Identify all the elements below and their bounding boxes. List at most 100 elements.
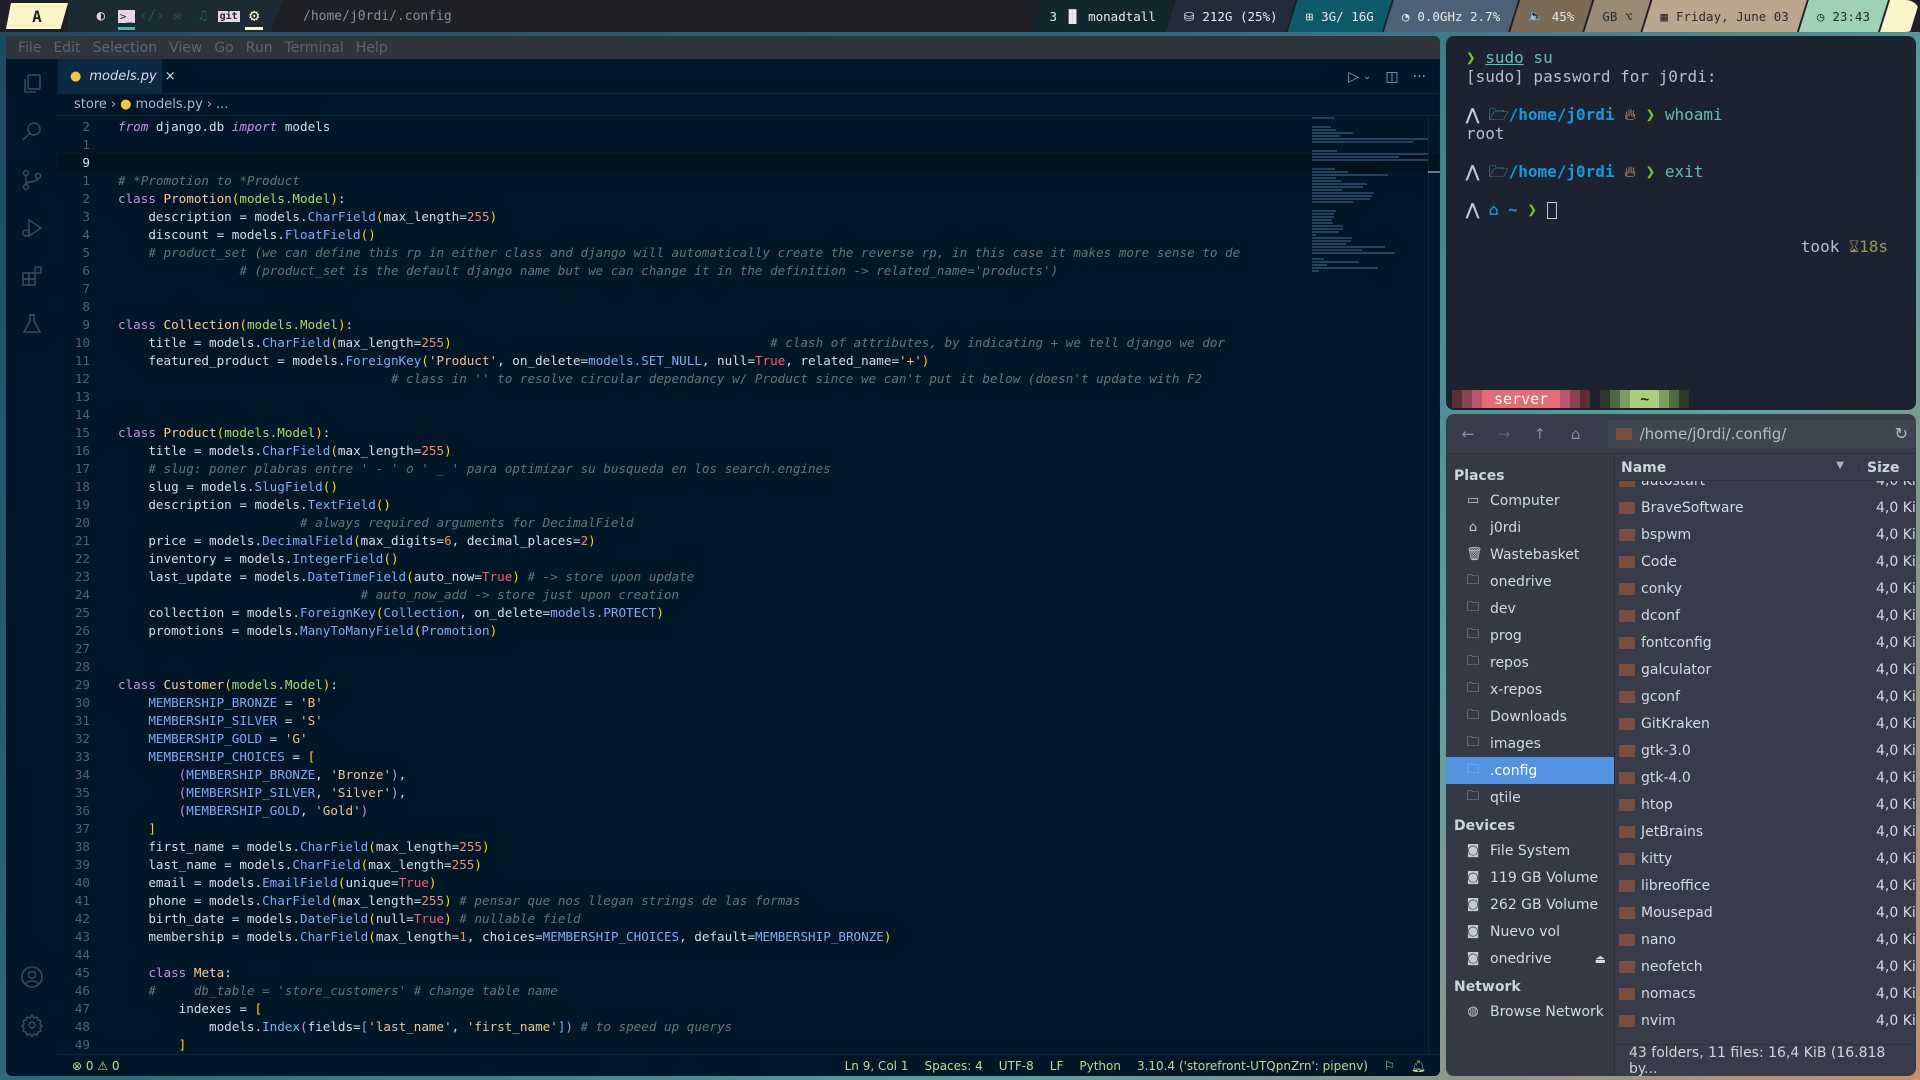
- file-row[interactable]: autostart4,0 KiB: [1615, 481, 1916, 494]
- device-item[interactable]: ◙ 262 GB Volume: [1446, 891, 1614, 918]
- home-icon[interactable]: ⌂: [1568, 425, 1584, 443]
- source-control-icon[interactable]: [19, 167, 45, 193]
- cursor-position[interactable]: Ln 9, Col 1: [845, 1059, 909, 1073]
- testing-flask-icon[interactable]: [19, 311, 45, 337]
- run-debug-icon[interactable]: [19, 215, 45, 241]
- place-item[interactable]: 🗀 x-repos: [1446, 676, 1614, 703]
- file-row[interactable]: libreoffice 4,0 KiB: [1615, 872, 1916, 899]
- code-line[interactable]: 10 title = models.CharField(max_length=2…: [58, 334, 1440, 352]
- menu-selection[interactable]: Selection: [87, 40, 164, 56]
- location-bar[interactable]: /home/j0rdi/.config/ ↻: [1607, 419, 1916, 448]
- column-size[interactable]: Size: [1858, 459, 1916, 476]
- file-row[interactable]: htop 4,0 KiB: [1615, 791, 1916, 818]
- volume-widget[interactable]: 🔈 45%: [1510, 0, 1592, 32]
- place-item[interactable]: 🗑︎ Wastebasket: [1446, 541, 1614, 568]
- code-line[interactable]: 30 MEMBERSHIP_BRONZE = 'B': [58, 694, 1440, 712]
- encoding[interactable]: UTF-8: [999, 1059, 1034, 1073]
- refresh-icon[interactable]: ↻: [1895, 424, 1908, 443]
- code-line[interactable]: 19 description = models.TextField(): [58, 496, 1440, 514]
- code-line[interactable]: 13: [58, 388, 1440, 406]
- file-row[interactable]: nano 4,0 KiB: [1615, 926, 1916, 953]
- code-line[interactable]: 16 title = models.CharField(max_length=2…: [58, 442, 1440, 460]
- code-line[interactable]: 22 inventory = models.IntegerField(): [58, 550, 1440, 568]
- place-item[interactable]: 🗀 dev: [1446, 595, 1614, 622]
- editor-scrollbar[interactable]: [1428, 116, 1440, 1054]
- code-line[interactable]: 5 # product_set (we can define this rp i…: [58, 244, 1440, 262]
- file-row[interactable]: nomacs 4,0 KiB: [1615, 980, 1916, 1007]
- column-name[interactable]: Name ▼: [1615, 460, 1858, 476]
- tmux-session[interactable]: server: [1482, 390, 1561, 408]
- code-line[interactable]: 47 indexes = [: [58, 1000, 1440, 1018]
- tmux-window[interactable]: ~: [1630, 390, 1660, 408]
- code-line[interactable]: 17 # slug: poner plabras entre ' - ' o '…: [58, 460, 1440, 478]
- code-line[interactable]: 35 (MEMBERSHIP_SILVER, 'Silver'),: [58, 784, 1440, 802]
- code-line[interactable]: 14: [58, 406, 1440, 424]
- forward-arrow-icon[interactable]: →: [1496, 425, 1512, 443]
- device-item[interactable]: ◙ 119 GB Volume: [1446, 864, 1614, 891]
- code-line[interactable]: 23 last_update = models.DateTimeField(au…: [58, 568, 1440, 586]
- group-terminal[interactable]: >_: [114, 0, 140, 32]
- file-row[interactable]: JetBrains 4,0 KiB: [1615, 818, 1916, 845]
- code-line[interactable]: 12 # class in '' to resolve circular dep…: [58, 370, 1440, 388]
- file-row[interactable]: BraveSoftware 4,0 KiB: [1615, 494, 1916, 521]
- file-row[interactable]: kitty 4,0 KiB: [1615, 845, 1916, 872]
- file-row[interactable]: gconf 4,0 KiB: [1615, 683, 1916, 710]
- code-line[interactable]: 39 last_name = models.CharField(max_leng…: [58, 856, 1440, 874]
- place-item[interactable]: ▭ Computer: [1446, 487, 1614, 514]
- group-settings[interactable]: ⚙: [241, 0, 267, 32]
- file-row[interactable]: nvim 4,0 KiB: [1615, 1007, 1916, 1034]
- device-item[interactable]: ◙ File System: [1446, 837, 1614, 864]
- file-row[interactable]: bspwm 4,0 KiB: [1615, 521, 1916, 548]
- menu-edit[interactable]: Edit: [47, 40, 86, 56]
- code-line[interactable]: 40 email = models.EmailField(unique=True…: [58, 874, 1440, 892]
- code-line[interactable]: 48 models.Index(fields=['last_name', 'fi…: [58, 1018, 1440, 1036]
- code-line[interactable]: 29 class Customer(models.Model):: [58, 676, 1440, 694]
- location-path[interactable]: /home/j0rdi/.config/: [1640, 425, 1787, 443]
- code-line[interactable]: 45 class Meta:: [58, 964, 1440, 982]
- menu-view[interactable]: View: [163, 40, 208, 56]
- run-icon[interactable]: ▷: [1348, 69, 1359, 85]
- code-line[interactable]: 20 # always required arguments for Decim…: [58, 514, 1440, 532]
- code-line[interactable]: 2 from django.db import models: [58, 118, 1440, 136]
- account-icon[interactable]: [19, 964, 45, 990]
- code-line[interactable]: 27: [58, 640, 1440, 658]
- tab-models-py[interactable]: ● models.py ×: [58, 59, 176, 93]
- code-line[interactable]: 37 ]: [58, 820, 1440, 838]
- code-line[interactable]: 1 # *Promotion to *Product: [58, 172, 1440, 190]
- code-line[interactable]: 32 MEMBERSHIP_GOLD = 'G': [58, 730, 1440, 748]
- group-mail[interactable]: ✉: [165, 0, 191, 32]
- breadcrumb-symbols[interactable]: ...: [216, 97, 228, 112]
- code-line[interactable]: 42 birth_date = models.DateField(null=Tr…: [58, 910, 1440, 928]
- code-line[interactable]: 1: [58, 136, 1440, 154]
- keyboard-layout-widget[interactable]: GB ⌥: [1584, 0, 1650, 32]
- file-row[interactable]: fontconfig 4,0 KiB: [1615, 629, 1916, 656]
- language-mode[interactable]: Python: [1079, 1059, 1121, 1073]
- code-line[interactable]: 9: [58, 154, 1440, 172]
- indentation[interactable]: Spaces: 4: [924, 1059, 982, 1073]
- code-line[interactable]: 46 # db_table = 'store_customers' # chan…: [58, 982, 1440, 1000]
- code-line[interactable]: 31 MEMBERSHIP_SILVER = 'S': [58, 712, 1440, 730]
- code-line[interactable]: 33 MEMBERSHIP_CHOICES = [: [58, 748, 1440, 766]
- code-line[interactable]: 49 ]: [58, 1036, 1440, 1054]
- more-actions-icon[interactable]: ···: [1413, 69, 1426, 85]
- code-line[interactable]: 15 class Product(models.Model):: [58, 424, 1440, 442]
- file-row[interactable]: Code 4,0 KiB: [1615, 548, 1916, 575]
- chevron-down-icon[interactable]: ⌄: [1363, 71, 1371, 82]
- group-git[interactable]: git: [216, 0, 242, 32]
- network-item[interactable]: ◍ Browse Network: [1446, 998, 1614, 1025]
- breadcrumb-file[interactable]: models.py: [135, 97, 202, 112]
- breadcrumb-folder[interactable]: store: [74, 97, 107, 112]
- bell-icon[interactable]: 🔔︎: [1411, 1059, 1426, 1073]
- file-row[interactable]: galculator 4,0 KiB: [1615, 656, 1916, 683]
- code-line[interactable]: 21 price = models.DecimalField(max_digit…: [58, 532, 1440, 550]
- code-line[interactable]: 44: [58, 946, 1440, 964]
- layout-widget[interactable]: 3 ▐▌ monadtall: [1032, 0, 1174, 32]
- menu-terminal[interactable]: Terminal: [279, 40, 350, 56]
- code-line[interactable]: 28: [58, 658, 1440, 676]
- up-arrow-icon[interactable]: ↑: [1532, 425, 1548, 443]
- code-line[interactable]: 3 description = models.CharField(max_len…: [58, 208, 1440, 226]
- code-line[interactable]: 18 slug = models.SlugField(): [58, 478, 1440, 496]
- code-line[interactable]: 34 (MEMBERSHIP_BRONZE, 'Bronze'),: [58, 766, 1440, 784]
- file-row[interactable]: Mousepad 4,0 KiB: [1615, 899, 1916, 926]
- file-row[interactable]: dconf 4,0 KiB: [1615, 602, 1916, 629]
